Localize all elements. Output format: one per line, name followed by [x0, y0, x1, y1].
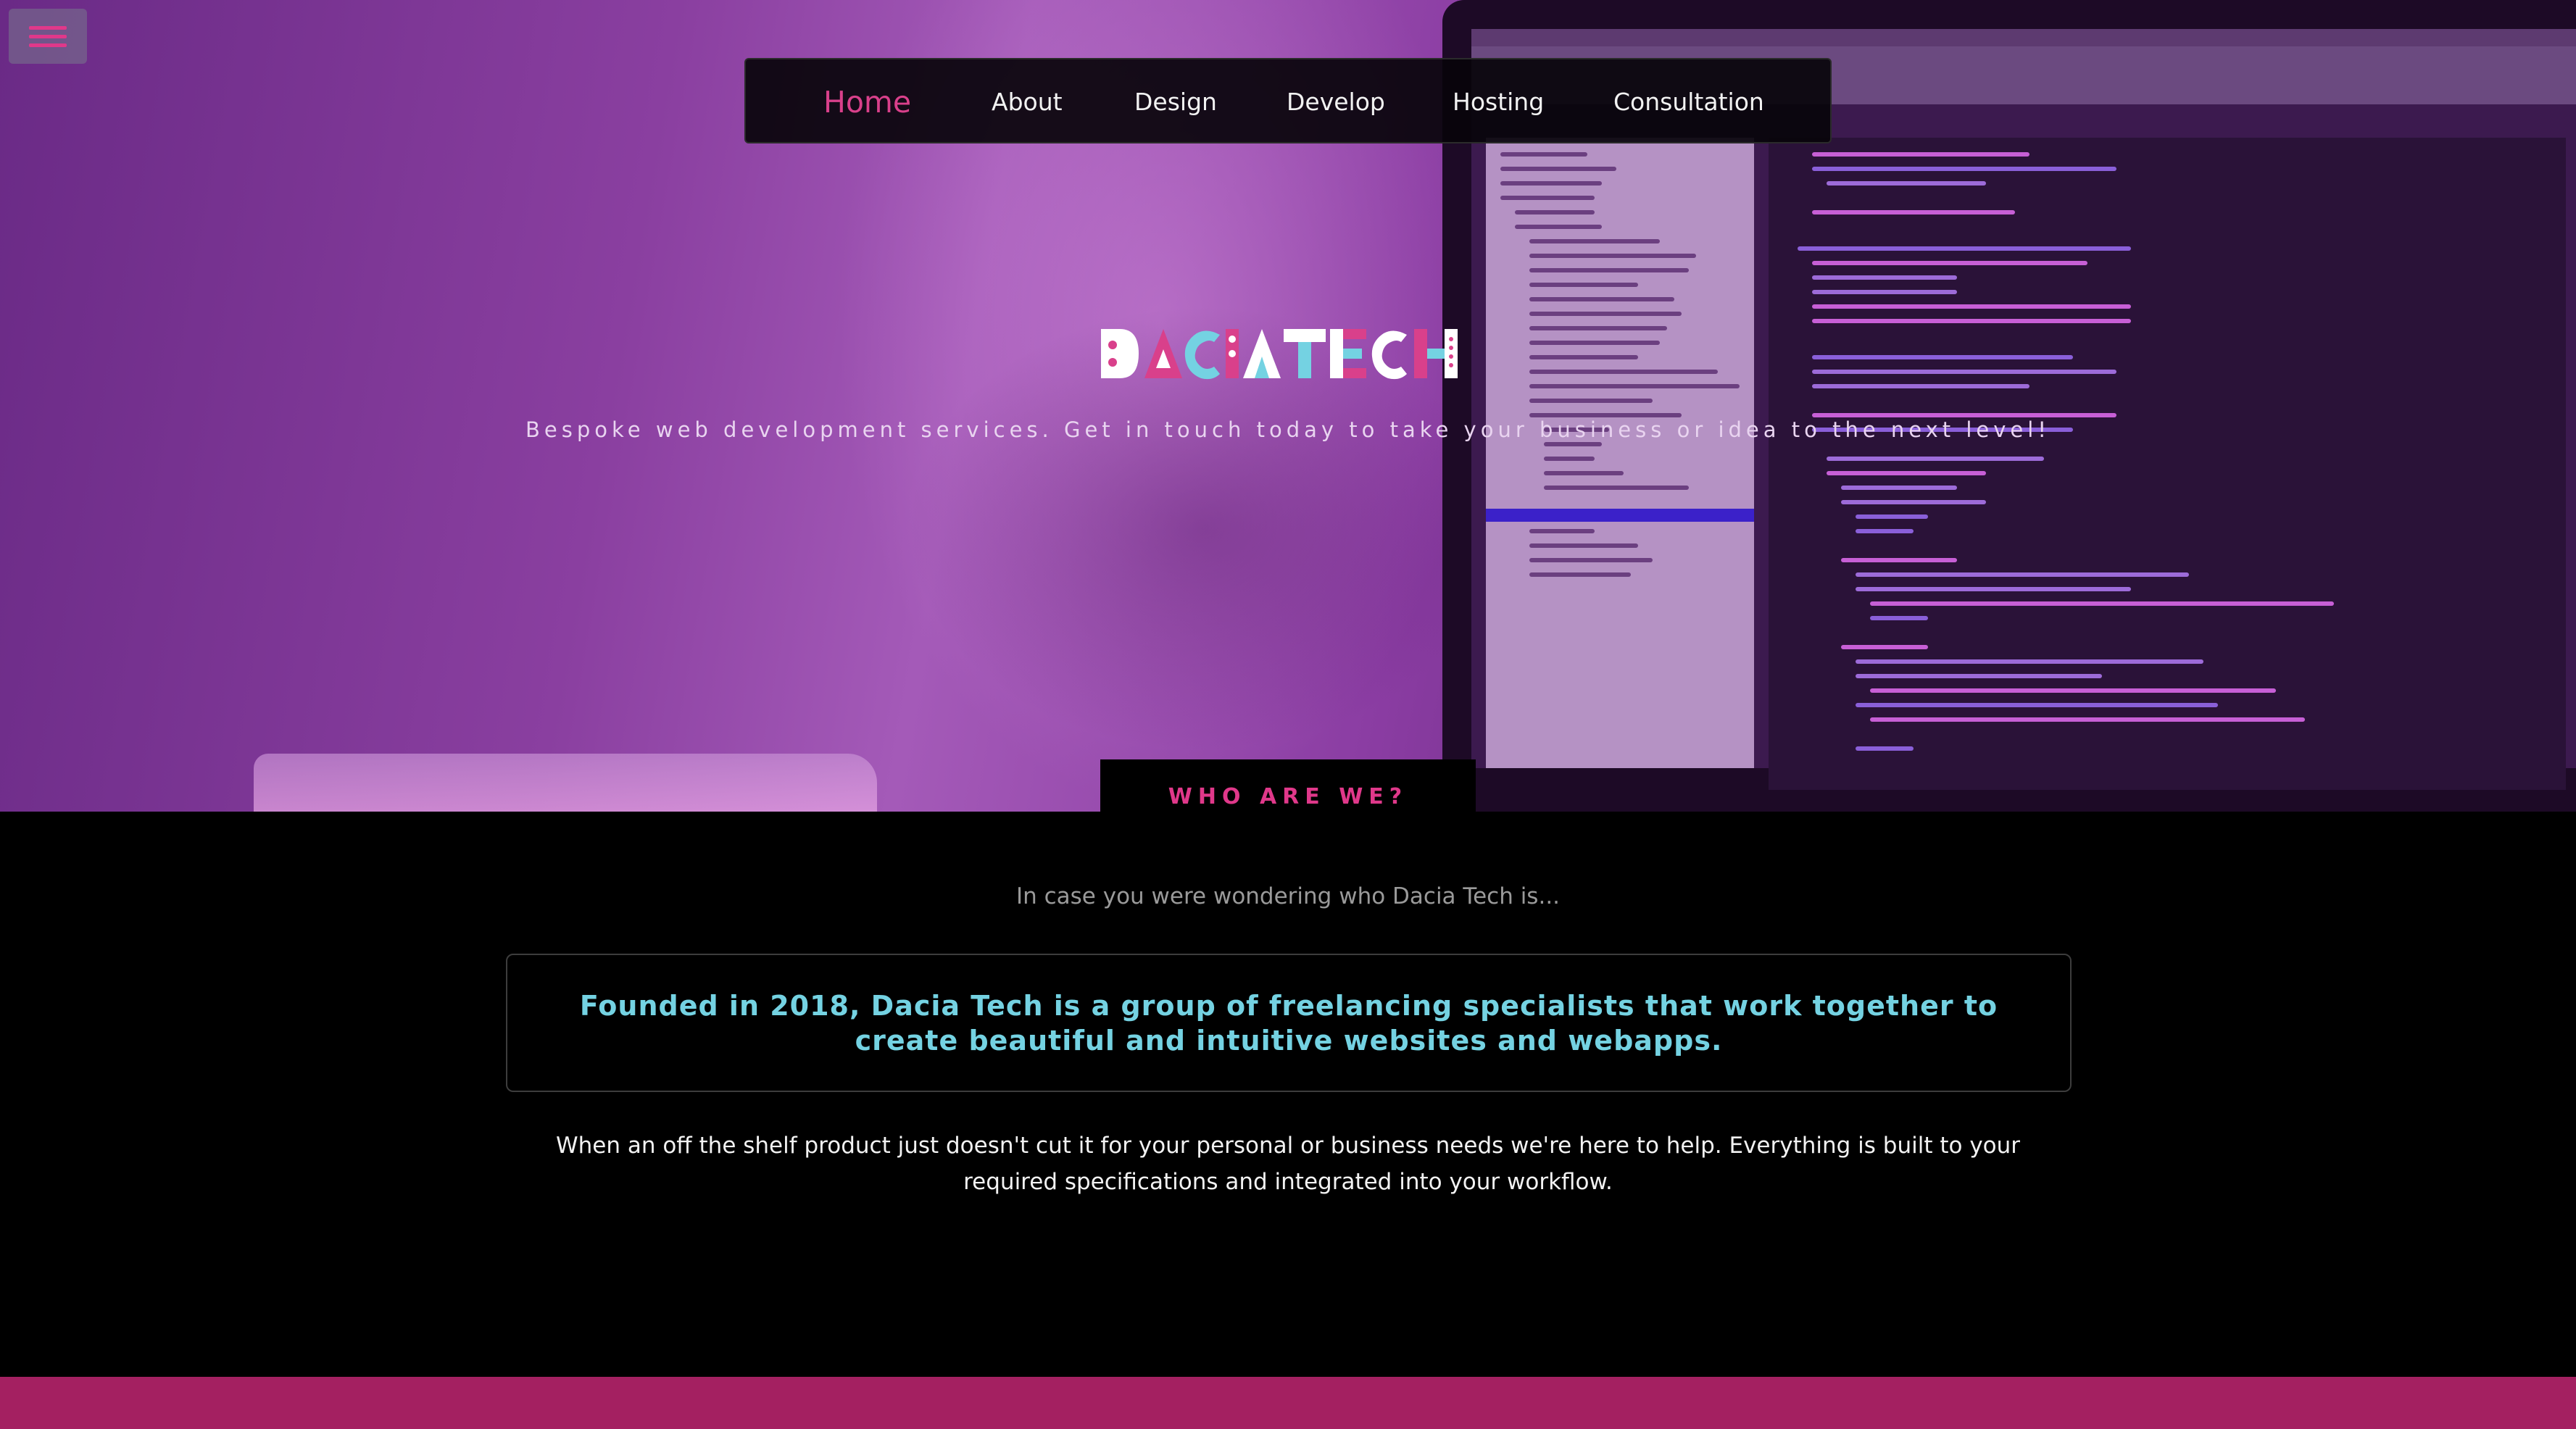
laptop-menubar: [1471, 29, 2576, 46]
logo-graphic: [1101, 329, 1458, 380]
nav-about[interactable]: About: [992, 59, 1063, 145]
about-intro: In case you were wondering who Dacia Tec…: [1015, 883, 1561, 909]
nav-hosting[interactable]: Hosting: [1453, 59, 1544, 145]
nav-develop[interactable]: Develop: [1287, 59, 1385, 145]
laptop-code-editor: [1769, 138, 2566, 790]
nav-home[interactable]: Home: [823, 59, 911, 145]
about-highlight-box: Founded in 2018, Dacia Tech is a group o…: [506, 954, 2072, 1092]
hero-tagline: Bespoke web development services. Get in…: [525, 417, 2051, 442]
hamburger-icon: [29, 26, 67, 30]
background-book: [254, 754, 877, 812]
footer-bar: [0, 1377, 2576, 1429]
about-highlight-text: Founded in 2018, Dacia Tech is a group o…: [579, 989, 1998, 1057]
nav-design[interactable]: Design: [1134, 59, 1217, 145]
main-nav: Home About Design Develop Hosting Consul…: [744, 58, 1832, 143]
menu-button[interactable]: [9, 9, 87, 64]
dacia-tech-logo: [1098, 325, 1475, 383]
about-body-text: When an off the shelf product just doesn…: [555, 1133, 2021, 1195]
section-title: WHO ARE WE?: [1168, 784, 1408, 809]
laptop-file-tree: [1486, 138, 1754, 768]
nav-consultation[interactable]: Consultation: [1613, 59, 1764, 145]
who-are-we-tab: WHO ARE WE?: [1100, 759, 1476, 868]
